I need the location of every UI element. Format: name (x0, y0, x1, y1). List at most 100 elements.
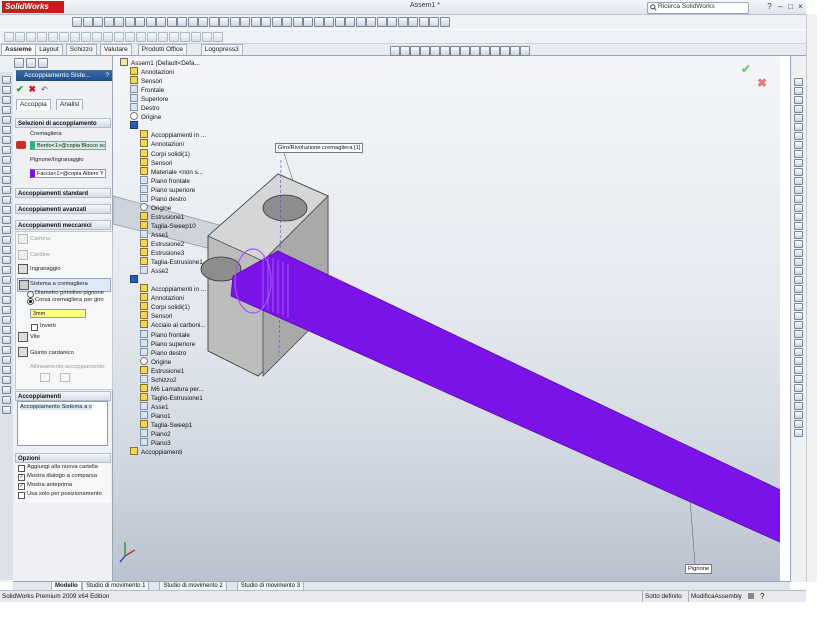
left-tool-icon[interactable] (2, 86, 11, 94)
pinion-callout[interactable]: Pignone (685, 564, 713, 574)
search-input[interactable]: Ricerca SolidWorks (647, 2, 749, 14)
view-toolbar-icon[interactable] (500, 46, 510, 56)
view-toolbar-icon[interactable] (480, 46, 490, 56)
toolbar-icon[interactable] (355, 17, 366, 27)
left-tool-icon[interactable] (2, 196, 11, 204)
sketch-tool-icon[interactable] (794, 141, 803, 149)
rack-pinion-option[interactable]: Sistema a cremagliera (30, 281, 88, 287)
sketch-tool-icon[interactable] (794, 303, 803, 311)
left-tool-icon[interactable] (2, 76, 11, 84)
toolbar-icon[interactable] (303, 17, 313, 27)
tree-item[interactable]: Taglia-Sweep1 (140, 420, 192, 429)
tree-item[interactable]: Materiale <non s... (140, 166, 203, 176)
toolbar-icon[interactable] (219, 17, 229, 27)
confirm-corner-ok-icon[interactable]: ✔ (741, 62, 751, 76)
tree-item[interactable]: Origine (130, 112, 161, 121)
tree-item[interactable]: Estrusione1 (140, 365, 184, 375)
tab-analisi[interactable]: Analisi (56, 99, 84, 110)
left-tool-icon[interactable] (2, 156, 11, 164)
view-toolbar-icon[interactable] (510, 46, 520, 56)
help-button[interactable]: ? (105, 70, 109, 81)
aligned-icon[interactable] (40, 373, 50, 382)
sketch-tool-icon[interactable] (794, 186, 803, 194)
sketch-tool-icon[interactable] (794, 105, 803, 113)
toolbar-icon[interactable] (292, 17, 303, 27)
confirm-corner-cancel-icon[interactable]: ✖ (757, 76, 767, 90)
toolbar-icon[interactable] (345, 17, 355, 27)
toolbar-icon[interactable] (125, 32, 135, 42)
left-tool-icon[interactable] (2, 216, 11, 224)
left-tool-icon[interactable] (2, 126, 11, 134)
tree-item[interactable]: Sensori (140, 311, 172, 320)
left-tool-icon[interactable] (2, 146, 11, 154)
mates-header[interactable]: Accoppiamenti (15, 391, 111, 401)
tree-item[interactable]: Piano superiore (140, 338, 195, 348)
sketch-tool-icon[interactable] (794, 222, 803, 230)
toolbar-icon[interactable] (213, 32, 223, 42)
left-tool-icon[interactable] (2, 236, 11, 244)
sketch-tool-icon[interactable] (794, 357, 803, 365)
tree-item[interactable]: Taglia-Estrusione1 (140, 257, 203, 266)
toolbar-icon[interactable] (156, 17, 166, 27)
tree-item[interactable]: Piano superiore (140, 184, 195, 194)
universal-joint-option[interactable]: Giunto cardanico (30, 350, 74, 356)
toolbar-icon[interactable] (147, 32, 157, 42)
view-toolbar-icon[interactable] (520, 46, 530, 56)
advanced-mates-header[interactable]: Accoppiamenti avanzati (15, 204, 111, 214)
toolbar-icon[interactable] (324, 17, 334, 27)
tree-item[interactable] (130, 275, 141, 284)
toolbar-icon[interactable] (429, 17, 439, 27)
sketch-tool-icon[interactable] (794, 159, 803, 167)
tree-item[interactable]: Frontale (130, 85, 164, 94)
minimize-icon[interactable]: – (776, 2, 785, 11)
tree-item[interactable]: Estrusione2 (140, 239, 184, 248)
sketch-tool-icon[interactable] (794, 366, 803, 374)
graphics-viewport[interactable]: Giro/Rivoluzione cremagliera [1] Pignone… (113, 56, 780, 582)
tree-item[interactable]: Acciaio al carboni... (140, 320, 206, 329)
toolbar-icon[interactable] (135, 17, 145, 27)
tree-item[interactable]: Sensori (130, 76, 162, 85)
tree-item[interactable]: Asse1 (140, 229, 169, 239)
left-tool-icon[interactable] (2, 96, 11, 104)
toolbar-icon[interactable] (439, 17, 450, 27)
left-tool-icon[interactable] (2, 336, 11, 344)
option-checkbox-3[interactable] (18, 492, 25, 499)
pitch-diameter-radio[interactable] (27, 291, 34, 298)
toolbar-icon[interactable] (48, 32, 58, 42)
toolbar-icon[interactable] (72, 17, 82, 27)
left-tool-icon[interactable] (2, 116, 11, 124)
sketch-tool-icon[interactable] (794, 78, 803, 86)
tree-item[interactable]: Piano3 (140, 438, 171, 447)
solidworks-logo[interactable]: SolidWorks (2, 1, 64, 13)
tree-item[interactable]: Piano1 (140, 410, 171, 420)
sketch-tool-icon[interactable] (794, 240, 803, 248)
sketch-tool-icon[interactable] (794, 87, 803, 95)
sketch-tool-icon[interactable] (794, 420, 803, 428)
toolbar-icon[interactable] (271, 17, 282, 27)
toolbar-icon[interactable] (70, 32, 80, 42)
sketch-tool-icon[interactable] (794, 150, 803, 158)
left-tool-icon[interactable] (2, 326, 11, 334)
tree-item[interactable]: Piano destro (140, 193, 186, 203)
view-toolbar-icon[interactable] (450, 46, 460, 56)
mates-list[interactable]: Accoppiamento Sistema a c (17, 401, 108, 446)
tree-item[interactable] (130, 121, 141, 130)
screw-option[interactable]: Vite (30, 334, 40, 340)
sketch-tool-icon[interactable] (794, 168, 803, 176)
toolbar-icon[interactable] (191, 32, 201, 42)
options-header[interactable]: Opzioni (15, 453, 111, 463)
tree-item[interactable]: Asse1 (140, 401, 169, 411)
toolbar-icon[interactable] (37, 32, 47, 42)
tree-item[interactable]: Asse2 (140, 266, 169, 275)
sketch-tool-icon[interactable] (794, 258, 803, 266)
option-checkbox-0[interactable] (18, 465, 25, 472)
tree-item[interactable]: Piano destro (140, 347, 186, 357)
toolbar-icon[interactable] (92, 32, 102, 42)
mate-list-item[interactable]: Accoppiamento Sistema a c (20, 404, 92, 410)
toolbar-icon[interactable] (418, 17, 429, 27)
toolbar-icon[interactable] (82, 17, 93, 27)
toolbar-icon[interactable] (366, 17, 376, 27)
sketch-tool-icon[interactable] (794, 294, 803, 302)
tab-schizzo[interactable]: Schizzo (65, 44, 97, 55)
sketch-tool-icon[interactable] (794, 321, 803, 329)
